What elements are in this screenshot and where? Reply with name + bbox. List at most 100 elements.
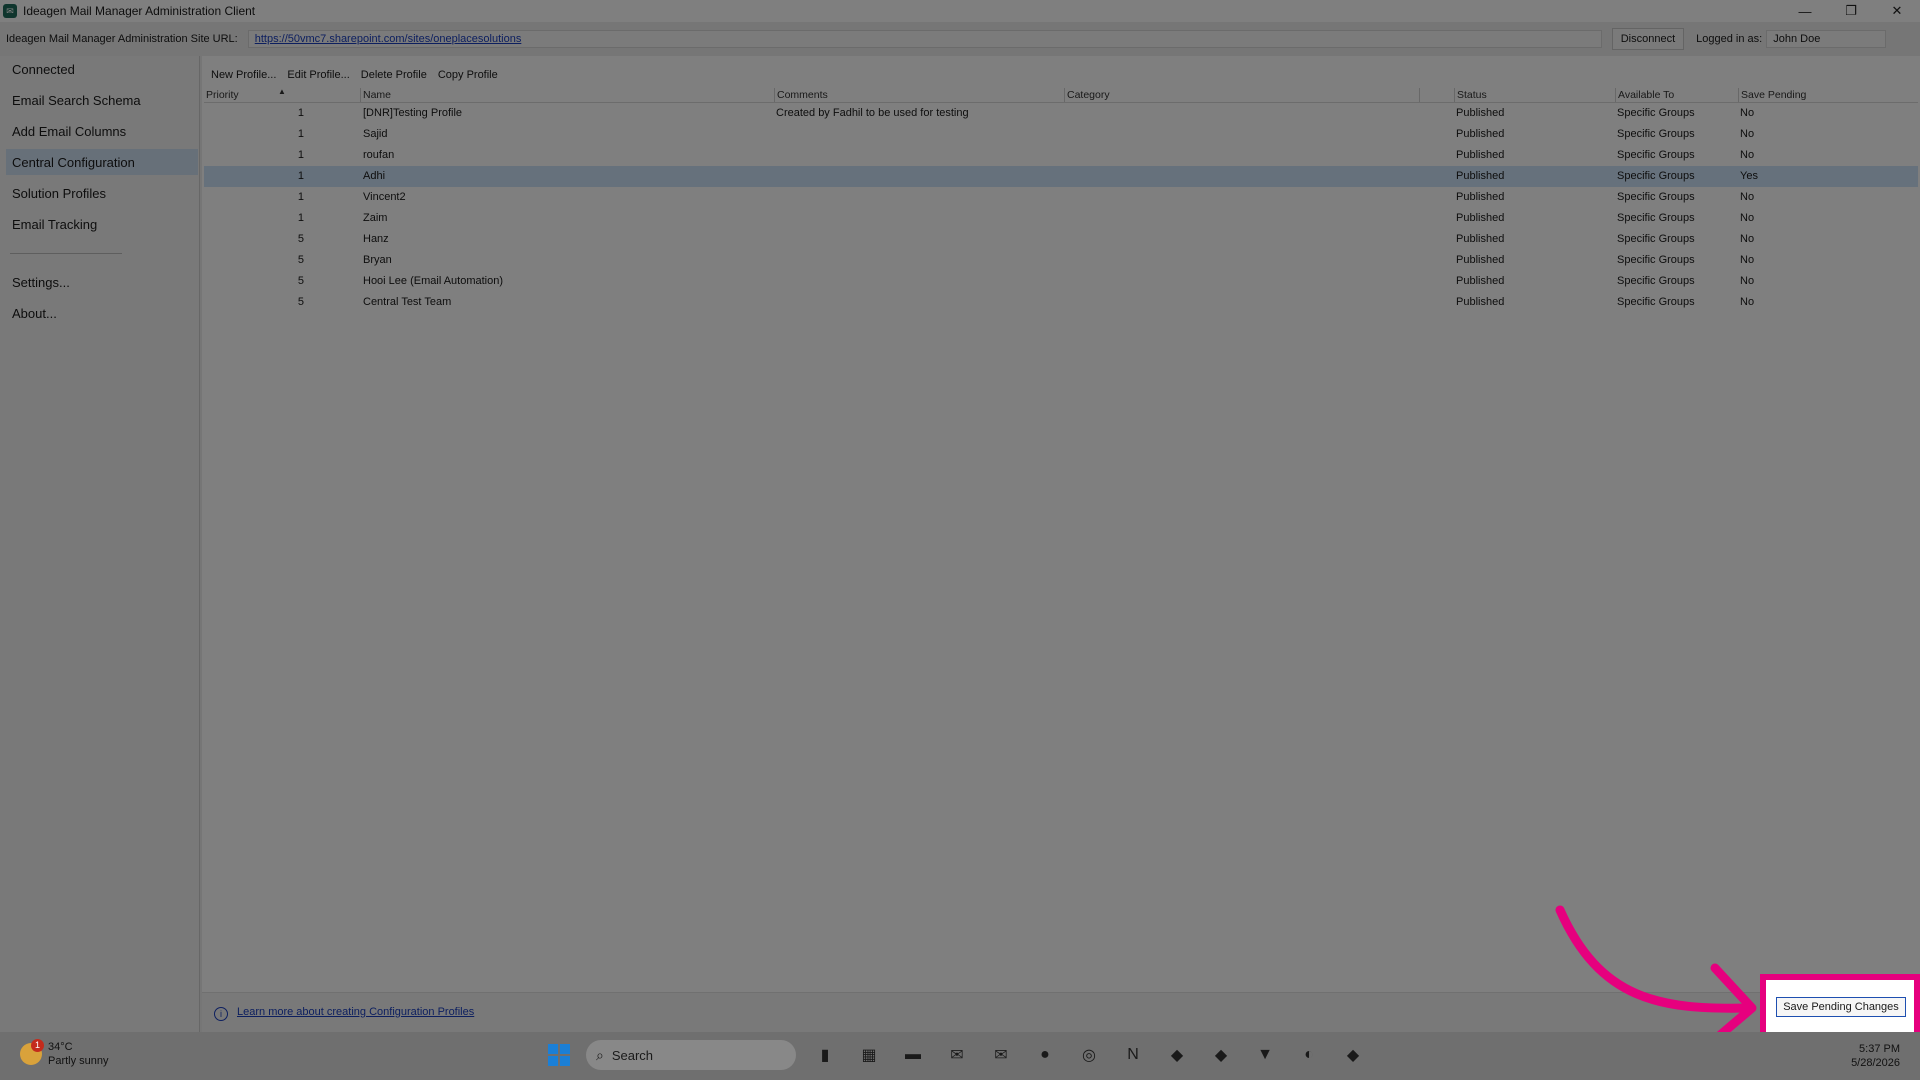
cell-name: Adhi [363,170,386,182]
column-header-save-pending[interactable]: Save Pending [1738,88,1918,102]
column-header-blank [1419,88,1454,102]
file-explorer-icon[interactable]: ▬ [898,1040,928,1070]
cell-available: Specific Groups [1617,149,1695,161]
cell-comments [776,229,1061,250]
delete-profile-button[interactable]: Delete Profile [359,69,429,81]
cell-priority: 5 [297,233,304,245]
search-icon: ⌕ [596,1046,604,1063]
sidebar-item-central-configuration[interactable]: Central Configuration [6,149,198,175]
disconnect-button[interactable]: Disconnect [1611,28,1685,50]
mail-manager-icon-2[interactable]: ◆ [1206,1040,1236,1070]
taskbar-search[interactable]: ⌕ Search [586,1040,796,1070]
save-pending-changes-button[interactable]: Save Pending Changes [1776,997,1906,1017]
capture-icon[interactable]: ▼ [1250,1040,1280,1070]
new-profile-button[interactable]: New Profile... [209,69,278,81]
cell-priority: 1 [297,149,304,161]
site-url-field[interactable]: https://50vmc7.sharepoint.com/sites/onep… [247,30,1602,48]
cell-available: Specific Groups [1617,170,1695,182]
cell-name: Hooi Lee (Email Automation) [363,275,504,287]
table-row[interactable]: 5 Hooi Lee (Email Automation) Published Spe… [204,271,1918,292]
site-url-link[interactable]: https://50vmc7.sharepoint.com/sites/onep… [255,33,522,45]
cell-status: Published [1456,212,1505,224]
column-header-comments[interactable]: Comments [774,88,1064,102]
table-row[interactable]: 1 Sajid Published Specific Groups No [204,124,1918,145]
cell-name: Central Test Team [363,296,452,308]
cell-comments [776,124,1061,145]
cell-available: Specific Groups [1617,275,1695,287]
logged-in-user-field: John Doe [1766,30,1887,48]
cell-status: Published [1456,107,1505,119]
table-row[interactable]: 5 Bryan Published Specific Groups No [204,250,1918,271]
url-bar: Ideagen Mail Manager Administration Site… [0,28,1920,50]
table-row[interactable]: 1 Vincent2 Published Specific Groups No [204,187,1918,208]
cell-comments [776,250,1061,271]
sidebar-item-email-tracking[interactable]: Email Tracking [6,211,198,237]
column-header-available-to[interactable]: Available To [1615,88,1738,102]
onenote-icon[interactable]: N [1118,1040,1148,1070]
search-placeholder: Search [611,1047,654,1063]
learn-more-link[interactable]: Learn more about creating Configuration … [237,1006,474,1018]
sidebar-item-solution-profiles[interactable]: Solution Profiles [6,180,198,206]
outlook-classic-icon[interactable]: ✉ [986,1040,1016,1070]
column-header-name[interactable]: Name [360,88,774,102]
column-header-status[interactable]: Status [1454,88,1615,102]
app-window: ✉ Ideagen Mail Manager Administration Cl… [0,0,1920,1033]
cell-category [1066,271,1416,292]
mail-manager-icon-1[interactable]: ◆ [1162,1040,1192,1070]
cell-name: roufan [363,149,395,161]
cell-name: Vincent2 [363,191,406,203]
highlight-box: Save Pending Changes [1760,974,1920,1040]
task-view-icon[interactable]: ▮ [810,1040,840,1070]
window-controls: — ❐ ✕ [1782,0,1920,22]
sidebar-item-connected[interactable]: Connected [6,56,198,82]
cell-comments: Created by Fadhil to be used for testing [776,107,969,119]
windows-start-icon[interactable] [548,1044,570,1066]
sidebar-item-about[interactable]: About... [6,300,198,326]
store-icon[interactable]: ▦ [854,1040,884,1070]
column-header-priority[interactable]: Priority ▲ [204,87,360,102]
sidebar-item-settings[interactable]: Settings... [6,269,198,295]
cell-pending: No [1740,233,1755,245]
sidebar-item-email-search-schema[interactable]: Email Search Schema [6,87,198,113]
cell-comments [776,271,1061,292]
weather-widget[interactable]: 1 34°C Partly sunny [20,1039,109,1068]
annotation-arrow-icon [1555,905,1757,1047]
cell-category [1066,187,1416,208]
outlook-icon[interactable]: ✉ [942,1040,972,1070]
copy-profile-button[interactable]: Copy Profile [436,69,500,81]
edit-profile-button[interactable]: Edit Profile... [285,69,351,81]
cell-status: Published [1456,128,1505,140]
restore-icon[interactable]: ❐ [1828,0,1874,22]
minimize-icon[interactable]: — [1782,0,1828,22]
table-row[interactable]: 1 Zaim Published Specific Groups No [204,208,1918,229]
close-icon[interactable]: ✕ [1874,0,1920,22]
cell-comments [776,292,1061,313]
sidebar-item-add-email-columns[interactable]: Add Email Columns [6,118,198,144]
cell-priority: 1 [297,191,304,203]
edge-icon[interactable]: ◐ [1294,1040,1324,1070]
title-bar: ✉ Ideagen Mail Manager Administration Cl… [0,0,1920,22]
weather-sun-icon: 1 [20,1039,44,1065]
weather-text: 34°C Partly sunny [48,1040,109,1068]
profiles-grid: Priority ▲ Name Comments Category Status… [204,87,1918,313]
teams-icon[interactable]: ● [1030,1040,1060,1070]
mail-manager-admin-icon[interactable]: ◆ [1338,1040,1368,1070]
app-logo-icon: ✉ [3,4,17,18]
cell-category [1066,124,1416,145]
window-title: Ideagen Mail Manager Administration Clie… [23,4,256,18]
column-header-category[interactable]: Category [1064,88,1419,102]
taskbar-apps: ▮ ▦ ▬ ✉ ✉ ● ◎ N ◆ ◆ ▼ ◐ ◆ [796,1040,1368,1070]
cell-name: Bryan [363,254,392,266]
system-clock[interactable]: 5:37 PM 5/28/2026 [1851,1042,1900,1070]
table-row[interactable]: 5 Hanz Published Specific Groups No [204,229,1918,250]
sidebar: Connected Email Search Schema Add Email … [0,56,200,1032]
table-row[interactable]: 5 Central Test Team Published Specific Grou… [204,292,1918,313]
weather-temperature: 34°C [48,1041,73,1053]
cell-category [1066,229,1416,250]
grid-header: Priority ▲ Name Comments Category Status… [204,87,1918,103]
table-row[interactable]: 1 roufan Published Specific Groups No [204,145,1918,166]
table-row[interactable]: 1 Adhi Published Specific Groups Yes [204,166,1918,187]
table-row[interactable]: 1 [DNR]Testing Profile Created by Fadhil t… [204,103,1918,124]
cell-category [1066,166,1416,187]
chatgpt-icon[interactable]: ◎ [1074,1040,1104,1070]
